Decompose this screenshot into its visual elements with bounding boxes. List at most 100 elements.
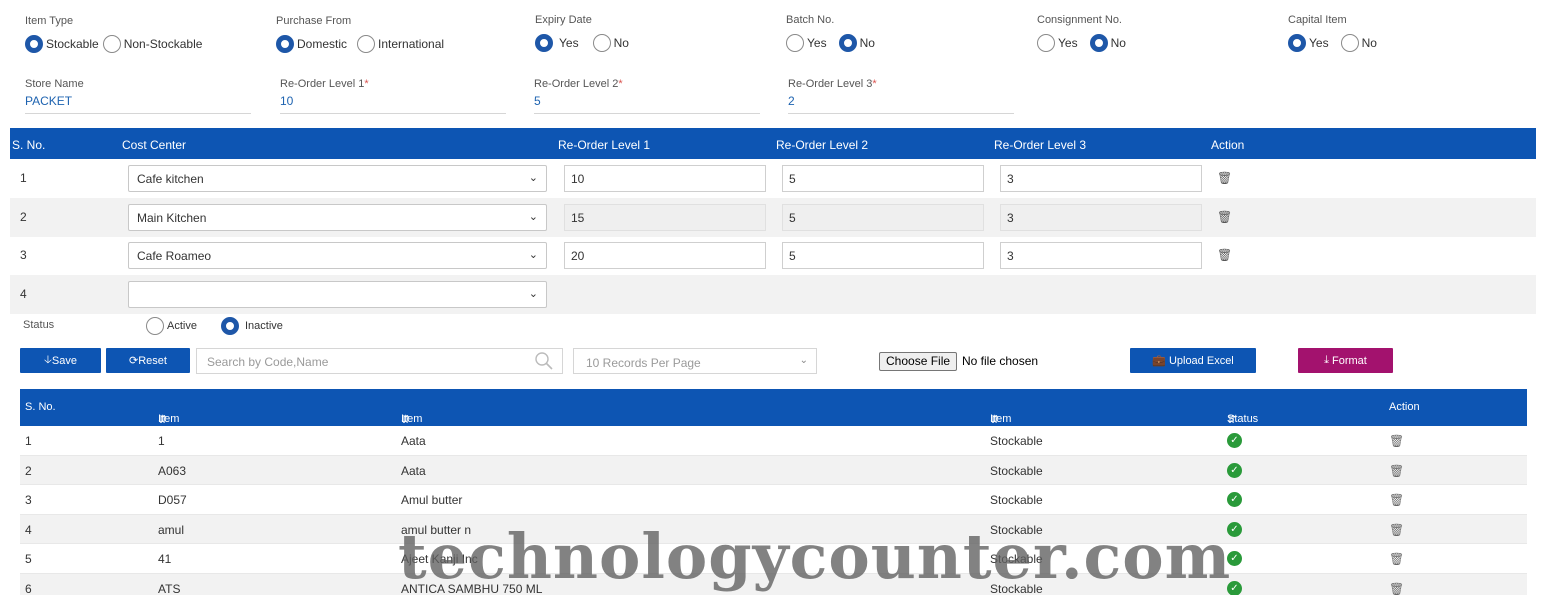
radio-selected-icon [1089,34,1108,52]
batch-no-group: Yes No [786,34,879,52]
save-button[interactable]: 🡣 Save [20,348,101,373]
reorder-level-2-input[interactable]: 5 [782,242,984,269]
reorder2-label: Re-Order Level 2* [534,78,623,90]
radio-icon [146,317,164,335]
table-row[interactable]: 2 A063 Aata Stockable ✓ 🗑 [20,455,1527,485]
check-circle-icon: ✓ [1227,580,1242,595]
check-circle-icon: ✓ [1227,492,1242,507]
cost-center-row: 1 Cafe kitchen ⌄ 10 5 3 🗑 [10,159,1536,198]
capital-yes[interactable]: Yes [1288,34,1329,52]
cost-center-row: 2 Main Kitchen ⌄ 15 5 3 🗑 [10,198,1536,237]
capital-no[interactable]: No [1340,34,1377,52]
radio-selected-icon [25,35,43,53]
sort-icon: ⇵ [990,414,1000,426]
reorder3-label: Re-Order Level 3* [788,78,877,90]
trash-icon[interactable]: 🗑 [1217,171,1232,185]
consignment-no-label: Consignment No. [1037,14,1122,26]
expiry-date-label: Expiry Date [535,14,592,26]
cost-center-table-header: S. No. Cost Center Re-Order Level 1 Re-O… [10,128,1536,159]
check-circle-icon: ✓ [1227,462,1242,478]
cost-center-select[interactable]: Cafe kitchen ⌄ [128,165,547,192]
chevron-down-icon: ⌄ [528,211,538,223]
batch-yes[interactable]: Yes [786,34,827,52]
chevron-down-icon: ⌄ [799,355,808,366]
sort-icon: ⇵ [1227,414,1237,426]
consignment-yes[interactable]: Yes [1037,34,1078,52]
upload-excel-button[interactable]: 💼 Upload Excel [1130,348,1256,373]
trash-icon[interactable]: 🗑 [1389,493,1404,507]
expiry-yes[interactable]: Yes [535,34,579,52]
search-input[interactable]: Search by Code,Name [196,348,563,374]
table-row[interactable]: 5 41 Ajeet Kanji Inc Stockable ✓ 🗑 [20,544,1527,574]
reorder-level-3-input[interactable]: 3 [1000,204,1202,231]
arrow-down-icon: 🡣 [44,354,52,366]
item-type-non-stockable[interactable]: Non-Stockable [102,35,202,53]
reorder-level-3-input[interactable]: 3 [1000,165,1202,192]
cost-center-select[interactable]: Main Kitchen ⌄ [128,204,547,231]
reorder-level-1-input[interactable]: 10 [564,165,766,192]
reorder-level-2-input[interactable]: 5 [782,165,984,192]
expiry-no[interactable]: No [592,34,629,52]
status-group: Active Inactive [146,317,287,335]
trash-icon[interactable]: 🗑 [1389,434,1404,448]
reorder3-field[interactable]: 2 [788,94,1014,114]
reorder1-field[interactable]: 10 [280,94,506,114]
sort-icon: ⇵ [401,414,411,426]
purchase-from-label: Purchase From [276,15,352,27]
item-type-label: Item Type [25,15,74,27]
purchase-from-group: Domestic International [276,35,448,53]
radio-icon [102,35,121,53]
item-type-stockable[interactable]: Stockable [25,35,99,53]
choose-file-button[interactable]: Choose File [879,352,958,371]
search-icon [535,352,553,370]
reorder1-label: Re-Order Level 1* [280,78,369,90]
radio-selected-icon [838,34,857,52]
table-row[interactable]: 3 D057 Amul butter Stockable ✓ 🗑 [20,485,1527,515]
chevron-down-icon: ⌄ [528,288,538,300]
table-row[interactable]: 4 amul amul butter n Stockable ✓ 🗑 [20,514,1527,544]
reorder-level-1-input[interactable]: 15 [564,204,766,231]
consignment-no[interactable]: No [1089,34,1126,52]
no-file-text: No file chosen [962,354,1039,368]
cost-center-select[interactable]: ⌄ [128,281,547,308]
purchase-international[interactable]: International [357,35,444,53]
reorder-level-3-input[interactable]: 3 [1000,242,1202,269]
trash-icon[interactable]: 🗑 [1389,464,1404,478]
expiry-date-group: Yes No [535,34,633,52]
radio-selected-icon [1288,34,1306,52]
trash-icon[interactable]: 🗑 [1389,582,1404,595]
table-row[interactable]: 6 ATS ANTICA SAMBHU 750 ML Stockable ✓ 🗑 [20,573,1527,595]
trash-icon[interactable]: 🗑 [1217,248,1232,262]
cost-center-row: 3 Cafe Roameo ⌄ 20 5 3 🗑 [10,236,1536,275]
reorder-level-1-input[interactable]: 20 [564,242,766,269]
batch-no-label: Batch No. [786,14,835,26]
table-row[interactable]: 1 1 Aata Stockable ✓ 🗑 [20,426,1527,456]
capital-item-group: Yes No [1288,34,1381,52]
trash-icon[interactable]: 🗑 [1217,210,1232,224]
store-name-label: Store Name [25,78,84,90]
status-label: Status [23,319,55,331]
item-type-group: Stockable Non-Stockable [25,35,206,53]
consignment-group: Yes No [1037,34,1130,52]
capital-item-label: Capital Item [1288,14,1347,26]
cost-center-select[interactable]: Cafe Roameo ⌄ [128,242,547,269]
radio-icon [357,35,376,53]
status-inactive[interactable]: Inactive [220,317,283,335]
store-name-field[interactable]: PACKET [25,94,251,114]
chevron-down-icon: ⌄ [528,249,538,261]
format-button[interactable]: ⤓ Format [1298,348,1393,373]
status-active[interactable]: Active [146,317,197,335]
records-per-page-select[interactable]: 10 Records Per Page ⌄ [573,348,817,374]
radio-icon [1037,34,1055,52]
reorder-level-2-input[interactable]: 5 [782,204,984,231]
purchase-domestic[interactable]: Domestic [276,35,347,53]
batch-no[interactable]: No [838,34,875,52]
trash-icon[interactable]: 🗑 [1389,552,1404,566]
upload-icon: 💼 [1152,355,1166,367]
radio-icon [786,34,804,52]
reset-button[interactable]: ⟳ Reset [106,348,190,373]
check-circle-icon: ✓ [1227,551,1242,566]
trash-icon[interactable]: 🗑 [1389,523,1404,537]
reorder2-field[interactable]: 5 [534,94,760,114]
check-circle-icon: ✓ [1227,433,1242,448]
